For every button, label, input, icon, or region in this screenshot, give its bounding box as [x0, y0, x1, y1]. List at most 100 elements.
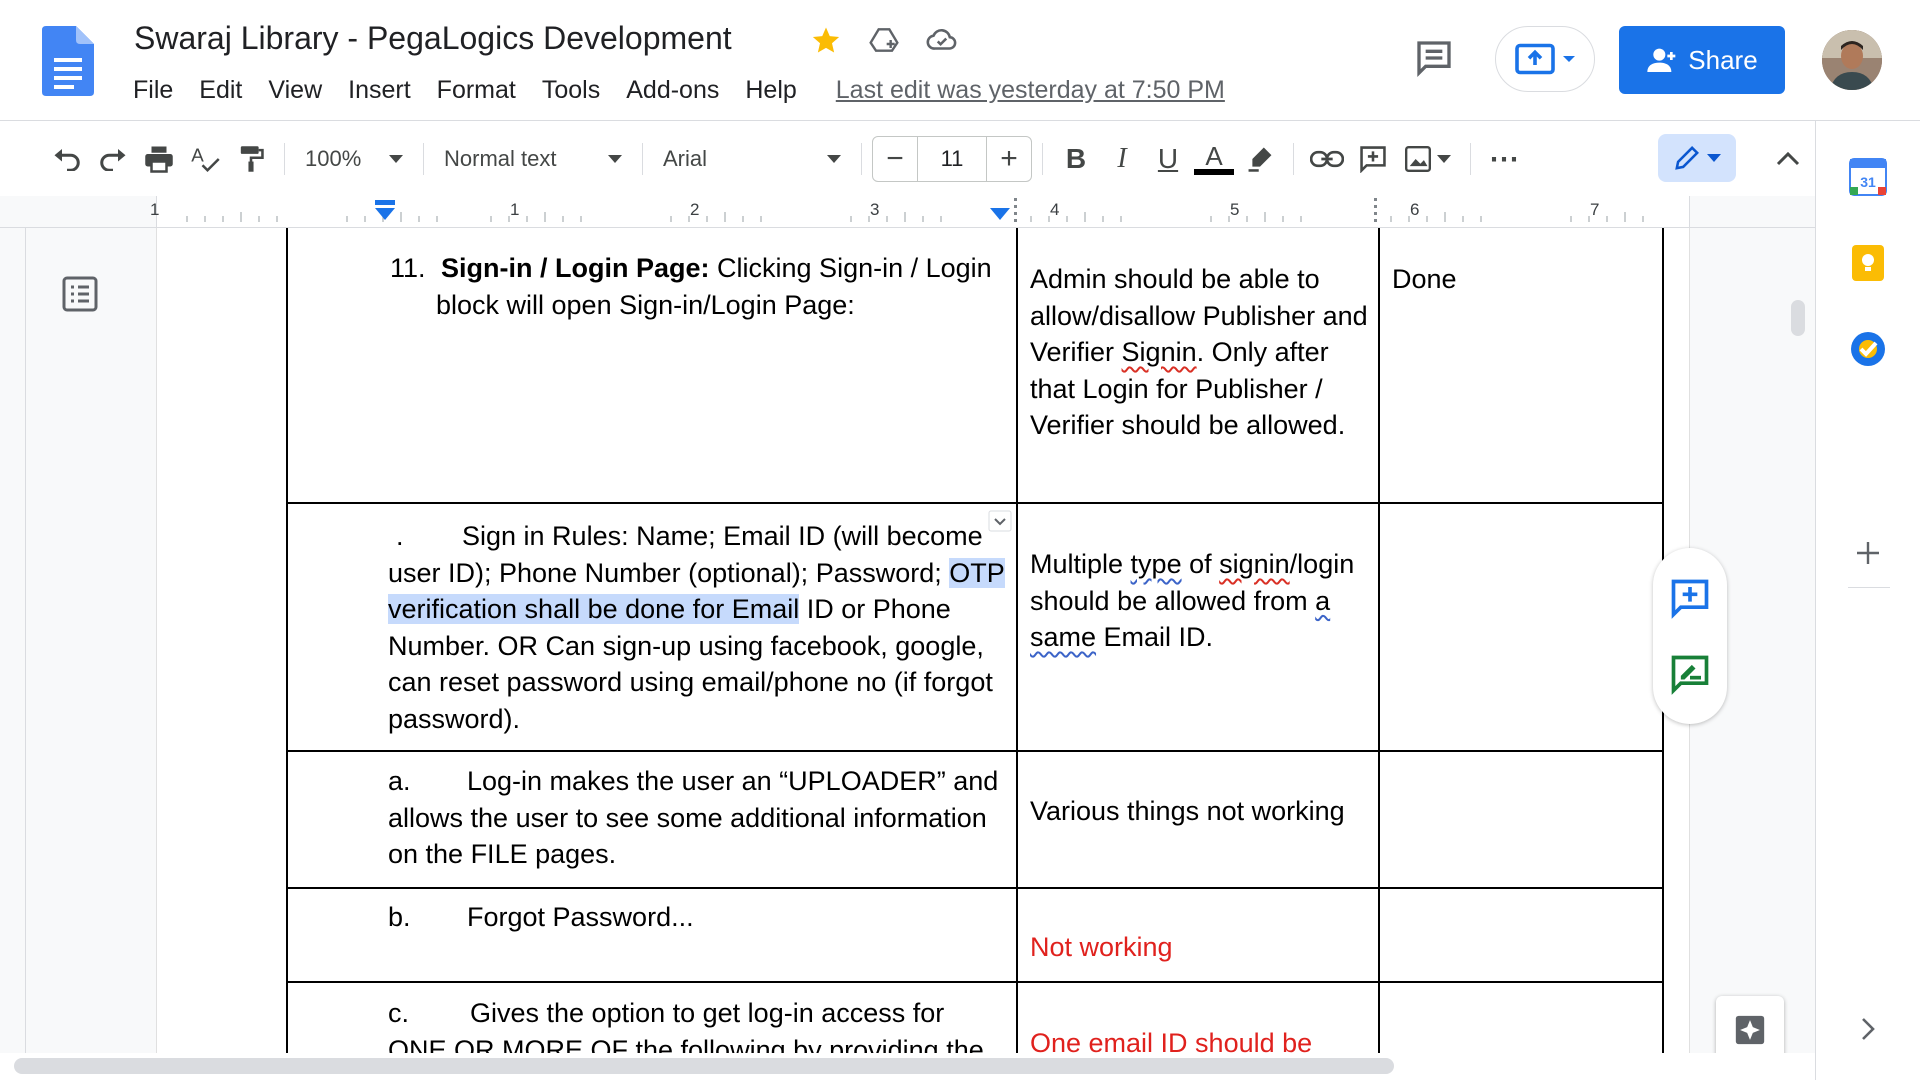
document-title[interactable]: Swaraj Library - PegaLogics Development: [134, 20, 732, 57]
list-marker: b.: [388, 902, 411, 932]
chevron-down-icon: [1563, 56, 1575, 62]
list-number: 11.: [390, 253, 426, 283]
list-marker: a.: [388, 766, 411, 796]
keep-icon[interactable]: [1846, 241, 1890, 285]
undo-icon[interactable]: [44, 134, 90, 184]
calendar-icon[interactable]: 31: [1846, 155, 1890, 199]
text-color-swatch: [1194, 169, 1234, 175]
menu-help[interactable]: Help: [732, 74, 809, 107]
column-divider-marker[interactable]: [1372, 196, 1380, 226]
italic-button[interactable]: I: [1099, 134, 1145, 184]
table-cell[interactable]: [1378, 750, 1664, 889]
star-icon[interactable]: [808, 22, 844, 58]
formatting-toolbar: A 100% Normal text Arial − 11 + B I U A: [0, 128, 1815, 190]
list-marker: .: [396, 521, 404, 551]
text-color-button[interactable]: A: [1191, 134, 1237, 184]
menu-addons[interactable]: Add-ons: [613, 74, 732, 107]
add-addon-icon[interactable]: [1846, 531, 1890, 575]
ruler[interactable]: 1 1 2 3 4 5 6 7: [0, 196, 1815, 228]
svg-text:A: A: [191, 145, 204, 166]
insert-image-icon[interactable]: [1396, 134, 1460, 184]
insert-link-icon[interactable]: [1304, 134, 1350, 184]
font-family-select[interactable]: Arial: [653, 134, 851, 184]
ruler-label: 4: [1050, 200, 1060, 219]
font-size-input[interactable]: 11: [917, 137, 987, 181]
account-avatar[interactable]: [1822, 30, 1882, 90]
spellcheck-icon[interactable]: A: [182, 134, 228, 184]
ruler-label: 2: [690, 200, 700, 219]
table-cell[interactable]: Not working: [1016, 887, 1380, 983]
menu-edit[interactable]: Edit: [186, 74, 255, 107]
column-divider-marker[interactable]: [1012, 196, 1020, 226]
table-cell[interactable]: [1378, 981, 1664, 1053]
underline-button[interactable]: U: [1145, 134, 1191, 184]
menu-tools[interactable]: Tools: [529, 74, 613, 107]
table-cell[interactable]: One email ID should be: [1016, 981, 1380, 1053]
spelling-error[interactable]: Signin: [1122, 337, 1197, 367]
table-cell[interactable]: Various things not working: [1016, 750, 1380, 889]
table-cell[interactable]: b. Forgot Password...: [286, 887, 1018, 983]
collapse-menus-icon[interactable]: [1764, 134, 1812, 182]
chevron-down-icon: [1707, 154, 1721, 162]
share-button[interactable]: Share: [1619, 26, 1785, 94]
menu-insert[interactable]: Insert: [335, 74, 424, 107]
chevron-right-icon[interactable]: [1846, 1007, 1890, 1051]
cell-text: Gives the option to get log-in access fo…: [388, 998, 984, 1053]
requirements-table: 11. Sign-in / Login Page: Clicking Sign-…: [286, 228, 1664, 1053]
highlight-color-icon[interactable]: [1237, 134, 1283, 184]
spelling-error[interactable]: signin: [1219, 549, 1290, 579]
menu-view[interactable]: View: [255, 74, 335, 107]
table-cell[interactable]: Admin should be able to allow/disallow P…: [1016, 228, 1380, 504]
more-options-button[interactable]: ⋯: [1481, 134, 1527, 184]
increase-font-size-button[interactable]: +: [987, 137, 1031, 181]
chevron-down-icon: [827, 155, 841, 163]
decrease-font-size-button[interactable]: −: [873, 137, 917, 181]
horizontal-scroll-thumb[interactable]: [14, 1058, 1394, 1074]
present-button[interactable]: [1495, 26, 1595, 92]
cell-text: Sign in Rules: Name; Email ID (will beco…: [388, 521, 983, 588]
table-cell[interactable]: Multiple type of signin/login should be …: [1016, 502, 1380, 752]
table-cell[interactable]: [1378, 887, 1664, 983]
docs-logo-icon[interactable]: [42, 26, 94, 96]
document-outline-icon[interactable]: [60, 274, 100, 314]
document-page[interactable]: 11. Sign-in / Login Page: Clicking Sign-…: [156, 228, 1690, 1053]
redo-icon[interactable]: [90, 134, 136, 184]
paragraph-style-select[interactable]: Normal text: [434, 134, 632, 184]
zoom-select[interactable]: 100%: [295, 134, 413, 184]
comment-history-icon[interactable]: [1410, 34, 1458, 82]
grammar-suggestion[interactable]: type: [1131, 549, 1182, 579]
first-line-indent-marker[interactable]: [372, 200, 398, 224]
last-edit-link[interactable]: Last edit was yesterday at 7:50 PM: [836, 76, 1225, 105]
menu-bar: File Edit View Insert Format Tools Add-o…: [120, 74, 1225, 107]
editing-mode-button[interactable]: [1658, 134, 1736, 182]
bold-button[interactable]: B: [1053, 134, 1099, 184]
section-heading: Sign-in / Login Page:: [441, 253, 710, 283]
menu-format[interactable]: Format: [424, 74, 529, 107]
table-cell[interactable]: . Sign in Rules: Name; Email ID (will bec…: [286, 502, 1018, 752]
grammar-suggestion[interactable]: same: [1030, 622, 1096, 652]
cell-text: Log-in makes the user an “UPLOADER” and …: [388, 766, 999, 869]
ruler-label: 6: [1410, 200, 1420, 219]
table-cell[interactable]: [1378, 502, 1664, 752]
vertical-ruler[interactable]: [0, 228, 26, 1053]
cell-text: Multiple: [1030, 549, 1131, 579]
add-comment-icon[interactable]: [1350, 134, 1396, 184]
paint-format-icon[interactable]: [228, 134, 274, 184]
vertical-scroll-thumb[interactable]: [1791, 300, 1805, 336]
tasks-icon[interactable]: [1846, 327, 1890, 371]
table-cell[interactable]: Done: [1378, 228, 1664, 504]
table-cell[interactable]: 11. Sign-in / Login Page: Clicking Sign-…: [286, 228, 1018, 504]
cell-text: of: [1181, 549, 1220, 579]
print-icon[interactable]: [136, 134, 182, 184]
add-comment-icon[interactable]: [1668, 576, 1712, 620]
side-panel-divider: [1848, 587, 1890, 588]
suggest-edits-icon[interactable]: [1668, 652, 1712, 696]
right-indent-marker[interactable]: [987, 204, 1013, 224]
cell-menu-icon[interactable]: [988, 510, 1012, 532]
cloud-saved-icon[interactable]: [924, 22, 960, 58]
menu-file[interactable]: File: [120, 74, 186, 107]
grammar-suggestion[interactable]: a: [1315, 586, 1330, 616]
table-cell[interactable]: c. Gives the option to get log-in access …: [286, 981, 1018, 1053]
move-to-drive-icon[interactable]: [866, 22, 902, 58]
table-cell[interactable]: a. Log-in makes the user an “UPLOADER” an…: [286, 750, 1018, 889]
